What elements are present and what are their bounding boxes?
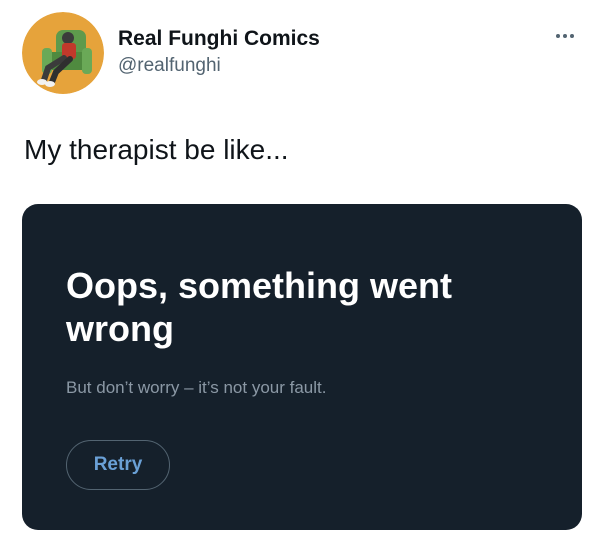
tweet-text: My therapist be like... <box>24 134 289 165</box>
more-dot <box>570 34 574 38</box>
author-display-name[interactable]: Real Funghi Comics <box>118 26 320 52</box>
more-options-icon[interactable] <box>552 30 578 42</box>
avatar[interactable] <box>22 12 104 94</box>
author-handle[interactable]: @realfunghi <box>118 54 320 78</box>
error-title: Oops, something went wrong <box>66 265 453 349</box>
author-info: Real Funghi Comics @realfunghi <box>118 26 320 78</box>
error-subtitle: But don’t worry – it’s not your fault. <box>66 378 327 397</box>
retry-button[interactable]: Retry <box>66 440 170 490</box>
comic-character-avatar-icon <box>22 12 104 94</box>
error-card: Oops, something went wrong But don’t wor… <box>22 204 582 530</box>
more-dot <box>563 34 567 38</box>
more-dot <box>556 34 560 38</box>
tweet: Real Funghi Comics @realfunghi My therap… <box>0 0 600 550</box>
